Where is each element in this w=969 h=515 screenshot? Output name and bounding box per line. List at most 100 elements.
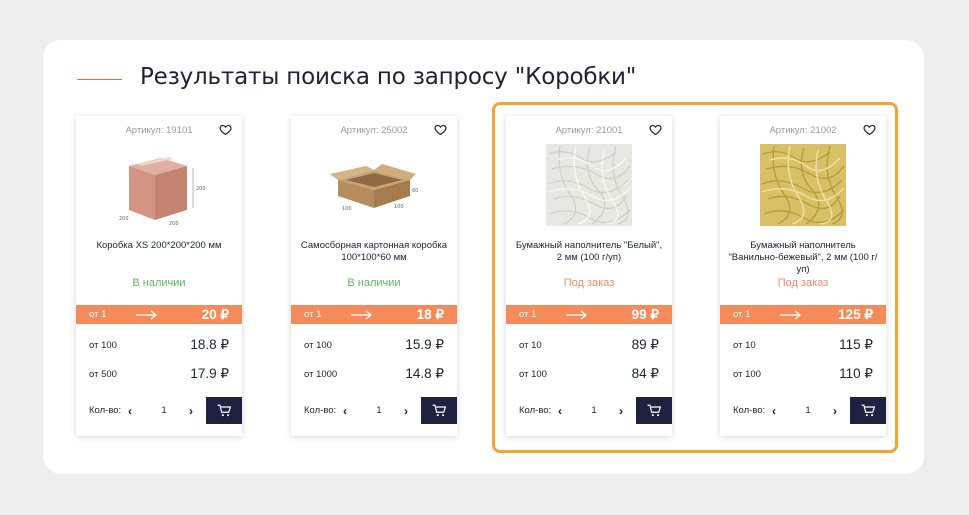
product-name[interactable]: Бумажный наполнитель "Белый", 2 мм (100 … <box>514 240 664 264</box>
main-price-qty: от 1 <box>304 309 322 320</box>
product-card[interactable]: Артикул: 19101 200 200 200 Коробка XS 20… <box>76 116 242 436</box>
main-price: 99 ₽ <box>631 307 659 322</box>
decrease-button[interactable]: ‹ <box>343 404 347 418</box>
tier-qty: от 10 <box>519 340 542 351</box>
tier-price: 110 ₽ <box>839 366 873 381</box>
price-tier-row: от 100 110 ₽ <box>720 364 886 384</box>
quantity-label: Кол-во: <box>89 405 122 416</box>
arrow-right-icon <box>136 310 158 320</box>
tier-price: 115 ₽ <box>839 337 873 352</box>
increase-button[interactable]: › <box>619 404 623 418</box>
add-to-cart-button[interactable] <box>206 397 242 424</box>
tier-qty: от 100 <box>89 340 117 351</box>
availability-status: В наличии <box>347 277 401 289</box>
arrow-right-icon <box>780 310 802 320</box>
white-filler-image[interactable] <box>539 144 639 226</box>
product-name[interactable]: Бумажный наполнитель "Ванильно-бежевый",… <box>728 240 878 276</box>
cart-icon <box>647 404 661 417</box>
main-price: 18 ₽ <box>416 307 444 322</box>
beige-filler-image[interactable] <box>753 144 853 226</box>
increase-button[interactable]: › <box>404 404 408 418</box>
svg-text:200: 200 <box>169 221 179 226</box>
add-to-cart-button[interactable] <box>850 397 886 424</box>
main-price: 20 ₽ <box>201 307 229 322</box>
product-sku: Артикул: 25002 <box>340 125 408 136</box>
decrease-button[interactable]: ‹ <box>128 404 132 418</box>
main-price-qty: от 1 <box>733 309 751 320</box>
increase-button[interactable]: › <box>833 404 837 418</box>
quantity-input[interactable]: 1 <box>156 405 172 416</box>
price-tier-row: от 1000 14.8 ₽ <box>291 364 457 384</box>
main-price-row: от 1 125 ₽ <box>720 305 886 324</box>
tier-price: 18.8 ₽ <box>190 337 229 352</box>
tier-qty: от 100 <box>519 369 547 380</box>
decrease-button[interactable]: ‹ <box>558 404 562 418</box>
tier-qty: от 100 <box>733 369 761 380</box>
main-price-qty: от 1 <box>89 309 107 320</box>
quantity-input[interactable]: 1 <box>800 405 816 416</box>
product-sku: Артикул: 19101 <box>125 125 193 136</box>
flat-box-image[interactable]: 60 100 100 <box>324 144 424 226</box>
price-tier-row: от 10 89 ₽ <box>506 335 672 355</box>
availability-status: Под заказ <box>777 277 829 289</box>
tier-price: 15.9 ₽ <box>405 337 444 352</box>
add-to-cart-button[interactable] <box>636 397 672 424</box>
svg-text:60: 60 <box>412 188 418 194</box>
main-price-qty: от 1 <box>519 309 537 320</box>
tier-price: 89 ₽ <box>631 337 659 352</box>
quantity-row: Кол-во: ‹ 1 › <box>291 397 457 424</box>
product-name[interactable]: Коробка XS 200*200*200 мм <box>84 240 234 252</box>
tier-qty: от 500 <box>89 369 117 380</box>
heart-icon[interactable] <box>219 123 232 136</box>
box-cube-image[interactable]: 200 200 200 <box>109 144 209 226</box>
quantity-input[interactable]: 1 <box>371 405 387 416</box>
product-card[interactable]: Артикул: 21002 Бумажный наполнитель "Ван… <box>720 116 886 436</box>
heart-icon[interactable] <box>649 123 662 136</box>
page-title: Результаты поиска по запросу "Коробки" <box>140 64 637 90</box>
increase-button[interactable]: › <box>189 404 193 418</box>
quantity-row: Кол-во: ‹ 1 › <box>76 397 242 424</box>
availability-status: В наличии <box>132 277 186 289</box>
availability-status: Под заказ <box>563 277 615 289</box>
main-price-row: от 1 99 ₽ <box>506 305 672 324</box>
arrow-right-icon <box>566 310 588 320</box>
quantity-label: Кол-во: <box>304 405 337 416</box>
tier-qty: от 1000 <box>304 369 338 380</box>
arrow-right-icon <box>351 310 373 320</box>
cart-icon <box>217 404 231 417</box>
price-tier-row: от 10 115 ₽ <box>720 335 886 355</box>
main-price-row: от 1 20 ₽ <box>76 305 242 324</box>
heart-icon[interactable] <box>434 123 447 136</box>
quantity-label: Кол-во: <box>519 405 552 416</box>
quantity-label: Кол-во: <box>733 405 766 416</box>
product-sku: Артикул: 21002 <box>769 125 837 136</box>
add-to-cart-button[interactable] <box>421 397 457 424</box>
price-tier-row: от 100 18.8 ₽ <box>76 335 242 355</box>
svg-text:100: 100 <box>394 204 404 210</box>
product-name[interactable]: Самосборная картонная коробка 100*100*60… <box>299 240 449 264</box>
title-accent-line <box>77 79 122 80</box>
price-tier-row: от 100 84 ₽ <box>506 364 672 384</box>
price-tier-row: от 100 15.9 ₽ <box>291 335 457 355</box>
tier-qty: от 100 <box>304 340 332 351</box>
cart-icon <box>861 404 875 417</box>
svg-text:200: 200 <box>196 186 206 192</box>
main-price: 125 ₽ <box>838 307 873 322</box>
price-tier-row: от 500 17.9 ₽ <box>76 364 242 384</box>
quantity-input[interactable]: 1 <box>586 405 602 416</box>
quantity-row: Кол-во: ‹ 1 › <box>506 397 672 424</box>
product-sku: Артикул: 21001 <box>555 125 623 136</box>
tier-price: 14.8 ₽ <box>405 366 444 381</box>
quantity-row: Кол-во: ‹ 1 › <box>720 397 886 424</box>
product-card[interactable]: Артикул: 21001 Бумажный наполнитель "Бел… <box>506 116 672 436</box>
tier-price: 17.9 ₽ <box>190 366 229 381</box>
tier-price: 84 ₽ <box>631 366 659 381</box>
svg-text:100: 100 <box>342 206 352 212</box>
product-card[interactable]: Артикул: 25002 60 100 100 Самосборная ка… <box>291 116 457 436</box>
tier-qty: от 10 <box>733 340 756 351</box>
cart-icon <box>432 404 446 417</box>
decrease-button[interactable]: ‹ <box>772 404 776 418</box>
main-price-row: от 1 18 ₽ <box>291 305 457 324</box>
svg-text:200: 200 <box>119 216 129 222</box>
heart-icon[interactable] <box>863 123 876 136</box>
